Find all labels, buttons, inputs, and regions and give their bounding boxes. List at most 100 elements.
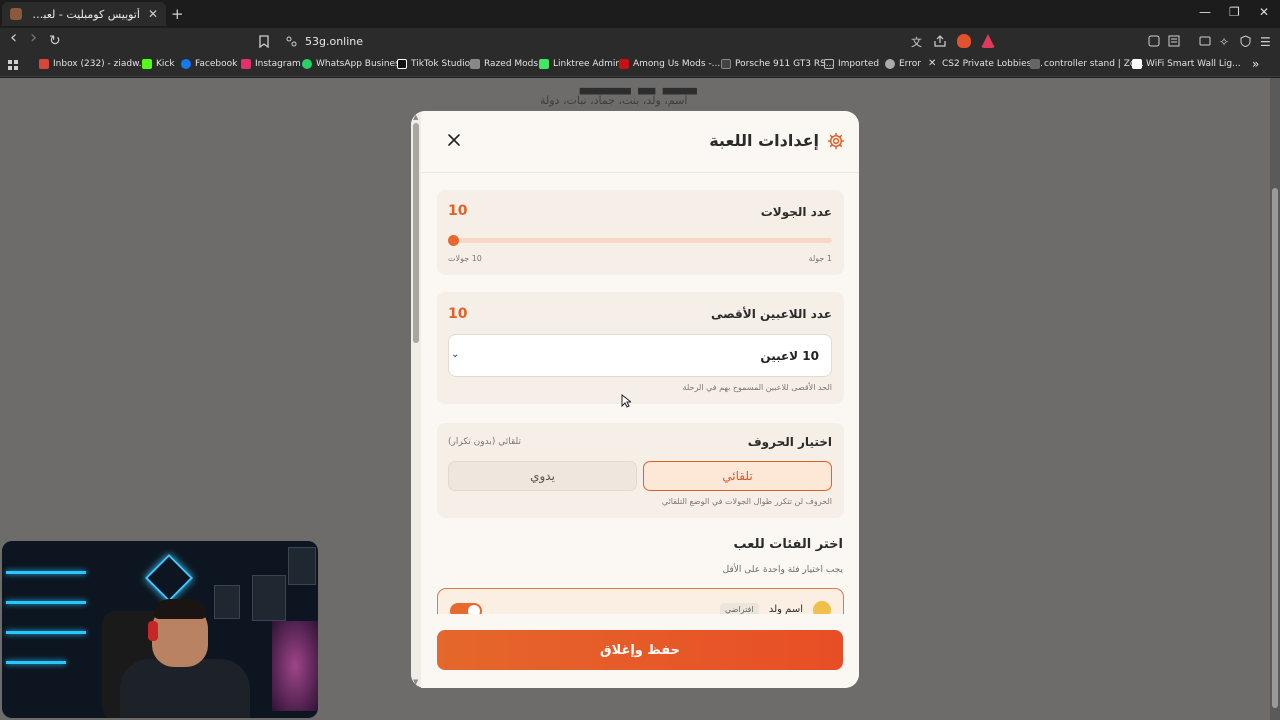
rounds-max-label: 10 جولات bbox=[448, 254, 482, 263]
extensions-icon[interactable] bbox=[1148, 35, 1160, 47]
apps-grid-icon[interactable] bbox=[8, 60, 19, 71]
bookmark-item[interactable]: WiFi Smart Wall Lig... bbox=[1132, 59, 1241, 69]
browser-toolbar: ‹ › ↻ 53g.online 文 ✧ ☰ bbox=[0, 28, 1280, 55]
modal-title: إعدادات اللعبة bbox=[709, 131, 819, 150]
site-info-icon[interactable] bbox=[286, 36, 297, 47]
bookmark-item[interactable]: Error bbox=[885, 59, 921, 69]
page-scrollbar[interactable] bbox=[1270, 78, 1280, 720]
scroll-up-icon[interactable]: ▲ bbox=[413, 113, 418, 121]
save-close-button[interactable]: حفظ وإغلاق bbox=[437, 630, 843, 670]
tab-title: أتوبيس كومبليت - لعبة الأسماء bbox=[30, 7, 140, 21]
led-shelf bbox=[6, 601, 86, 604]
players-select[interactable]: 10 لاعبين ⌄ bbox=[448, 334, 832, 377]
players-select-value: 10 لاعبين bbox=[760, 349, 819, 363]
tab-bar: أتوبيس كومبليت - لعبة الأسماء ✕ + — ❐ ✕ bbox=[0, 0, 1280, 28]
facebook-icon bbox=[181, 59, 191, 69]
wall-frame bbox=[214, 585, 240, 619]
led-shelf bbox=[6, 571, 86, 574]
globe-icon bbox=[885, 59, 895, 69]
forward-icon[interactable]: › bbox=[30, 29, 37, 47]
rounds-slider[interactable] bbox=[453, 238, 832, 243]
address-bar[interactable]: 53g.online bbox=[305, 35, 363, 48]
categories-title: اختر الفئات للعب bbox=[733, 537, 843, 552]
chevron-down-icon: ⌄ bbox=[451, 349, 460, 360]
restore-button[interactable]: ❐ bbox=[1229, 5, 1240, 19]
amazon-icon bbox=[1132, 59, 1142, 69]
wall-frame bbox=[252, 575, 286, 621]
letters-auto-button[interactable]: تلقائي bbox=[643, 461, 832, 491]
letters-mode-note: تلقائي (بدون تكرار) bbox=[448, 437, 522, 447]
gear-icon bbox=[827, 132, 845, 150]
vpn-icon[interactable] bbox=[1240, 35, 1251, 47]
page-heading-partial: ▂▂▂ ▂ ▂▂ bbox=[580, 78, 697, 95]
letters-label: اختيار الحروف bbox=[747, 435, 832, 449]
rounds-card: عدد الجولات 10 bbox=[437, 190, 844, 275]
bookmark-item[interactable]: Linktree Admin bbox=[539, 59, 621, 69]
bookmark-icon[interactable] bbox=[259, 35, 269, 48]
razed-icon bbox=[470, 59, 480, 69]
players-value: 10 bbox=[448, 306, 468, 322]
led-shelf bbox=[6, 661, 66, 664]
close-tab-icon[interactable]: ✕ bbox=[148, 7, 158, 21]
new-tab-button[interactable]: + bbox=[171, 5, 184, 23]
site-favicon bbox=[10, 8, 22, 20]
players-label: عدد اللاعبين الأقصى bbox=[710, 307, 832, 321]
rounds-label: عدد الجولات bbox=[760, 205, 832, 219]
linktree-icon bbox=[539, 59, 549, 69]
wallet-icon[interactable] bbox=[1199, 35, 1211, 47]
players-hint: الحد الأقصى للاعبين المسموح بهم في الرحل… bbox=[682, 383, 832, 392]
person-body bbox=[120, 659, 250, 718]
bookmark-item[interactable]: Facebook bbox=[181, 59, 237, 69]
back-icon[interactable]: ‹ bbox=[10, 29, 17, 47]
person-hair bbox=[154, 599, 206, 619]
bookmark-item[interactable]: Among Us Mods -... bbox=[619, 59, 720, 69]
reload-icon[interactable]: ↻ bbox=[49, 33, 61, 49]
leo-ai-icon[interactable]: ✧ bbox=[1219, 34, 1229, 50]
bookmark-item[interactable]: Porsche 911 GT3 RS... bbox=[721, 59, 834, 69]
page-scrollbar-thumb[interactable] bbox=[1272, 188, 1278, 708]
kick-icon bbox=[142, 59, 152, 69]
close-icon[interactable] bbox=[445, 131, 463, 149]
bookmark-item[interactable]: Instagram bbox=[241, 59, 301, 69]
modal-header: إعدادات اللعبة bbox=[421, 111, 859, 173]
translate-icon[interactable]: 文 bbox=[911, 35, 922, 51]
categories-subtitle: يجب اختيار فئة واحدة على الأقل bbox=[722, 565, 843, 575]
bookmark-item[interactable]: WhatsApp Business bbox=[302, 59, 404, 69]
page-subtitle: اسم، ولد، بنت، جماد، نبات، دولة bbox=[540, 94, 688, 107]
tiktok-icon bbox=[397, 59, 407, 69]
window-close-button[interactable]: ✕ bbox=[1259, 5, 1269, 19]
menu-icon[interactable]: ☰ bbox=[1260, 34, 1271, 50]
brave-shield-icon[interactable] bbox=[957, 34, 971, 48]
bookmarks-bar: Inbox (232) - ziadw... Kick Facebook Ins… bbox=[0, 55, 1280, 77]
bookmarks-overflow-button[interactable]: » bbox=[1252, 57, 1259, 71]
share-icon[interactable] bbox=[934, 35, 946, 47]
among-us-icon bbox=[619, 59, 629, 69]
letters-manual-button[interactable]: يدوي bbox=[448, 461, 637, 491]
folder-icon bbox=[824, 59, 834, 69]
gmail-icon bbox=[39, 59, 49, 69]
mouse-cursor-icon bbox=[621, 394, 631, 408]
modal-scrollbar-thumb[interactable] bbox=[413, 123, 419, 343]
zoom-site-icon bbox=[1030, 59, 1040, 69]
pink-light bbox=[272, 621, 318, 711]
reader-icon[interactable] bbox=[1168, 35, 1180, 47]
brave-rewards-icon[interactable] bbox=[981, 34, 995, 48]
rounds-min-label: 1 جولة bbox=[808, 254, 832, 263]
bookmark-item[interactable]: TikTok Studio bbox=[397, 59, 470, 69]
scroll-down-icon[interactable]: ▼ bbox=[413, 678, 418, 686]
bookmark-item[interactable]: Kick bbox=[142, 59, 175, 69]
rounds-slider-thumb[interactable] bbox=[448, 235, 459, 246]
headset bbox=[148, 621, 158, 641]
modal-scrollbar[interactable]: ▲ ▼ bbox=[411, 111, 421, 688]
bookmark-item[interactable]: controller stand | Zo... bbox=[1030, 59, 1144, 69]
minimize-button[interactable]: — bbox=[1199, 5, 1211, 19]
wall-frame bbox=[288, 547, 316, 585]
browser-tab[interactable]: أتوبيس كومبليت - لعبة الأسماء ✕ bbox=[2, 2, 166, 26]
hex-light bbox=[144, 553, 194, 603]
bookmark-item[interactable]: ✕ CS2 Private Lobbies:... bbox=[928, 59, 1043, 70]
webcam-overlay bbox=[2, 541, 318, 718]
bookmark-folder[interactable]: Imported bbox=[824, 59, 879, 69]
bookmark-item[interactable]: Inbox (232) - ziadw... bbox=[39, 59, 147, 69]
bookmark-item[interactable]: Razed Mods bbox=[470, 59, 538, 69]
rounds-value: 10 bbox=[448, 203, 468, 219]
